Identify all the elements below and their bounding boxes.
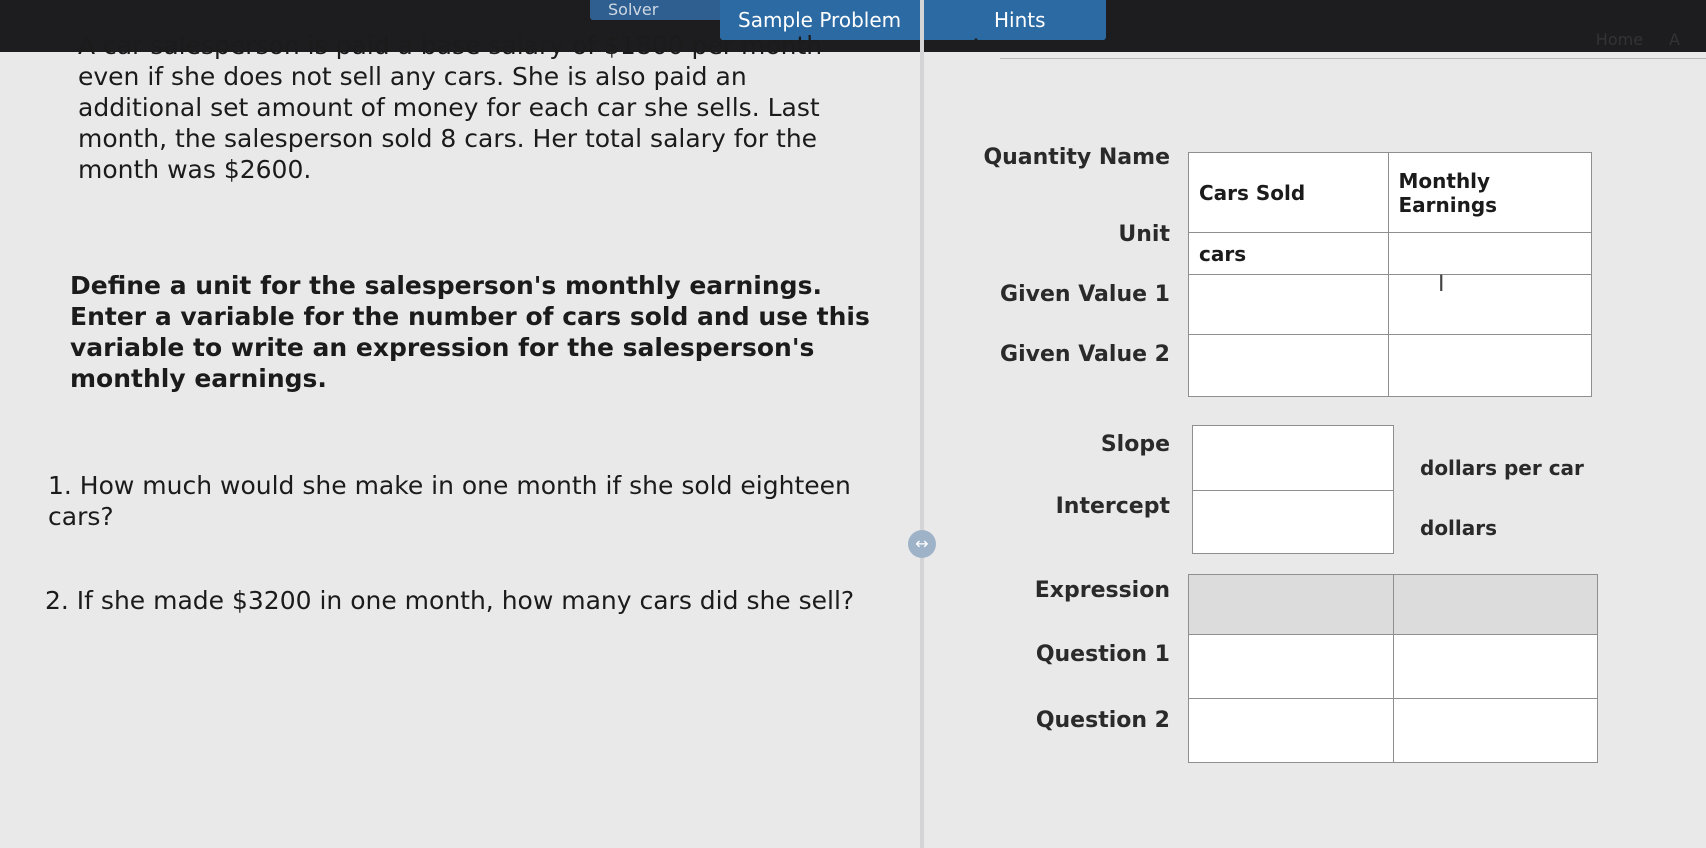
label-question-2: Question 2 [1035, 708, 1170, 733]
text-cursor-icon: I [1438, 272, 1445, 297]
unit-input-earnings[interactable] [1387, 232, 1592, 275]
header-monthly-earnings[interactable]: Monthly Earnings [1387, 152, 1592, 233]
tab-solver[interactable]: Solver [590, 0, 736, 20]
problem-instructions: Define a unit for the salesperson's mont… [70, 271, 870, 393]
question1-earnings-input[interactable] [1392, 634, 1598, 699]
unit-input-cars[interactable]: cars [1188, 232, 1389, 275]
intercept-input[interactable] [1192, 490, 1394, 554]
slope-input[interactable] [1192, 425, 1394, 491]
nav-home-link[interactable]: Home [1596, 30, 1643, 49]
pane-divider[interactable] [920, 0, 924, 848]
problem-statement: A car salesperson is paid a base salary … [78, 31, 823, 184]
given2-cars-input[interactable] [1188, 334, 1389, 397]
header-divider [1000, 58, 1706, 59]
label-quantity-name: Quantity Name [983, 145, 1170, 170]
question-2: 2. If she made $3200 in one month, how m… [45, 586, 855, 615]
question1-cars-input[interactable] [1188, 634, 1394, 699]
label-given-value-1: Given Value 1 [1000, 282, 1170, 307]
slope-unit-label: dollars per car [1420, 456, 1584, 480]
expression-input-cars[interactable] [1188, 574, 1394, 635]
label-question-1: Question 1 [1035, 642, 1170, 667]
given2-earnings-input[interactable] [1387, 334, 1592, 397]
label-unit: Unit [1118, 222, 1170, 247]
question-1: 1. How much would she make in one month … [48, 471, 851, 531]
given1-cars-input[interactable] [1188, 274, 1389, 335]
resize-handle-icon[interactable]: ↔ [908, 530, 936, 558]
label-expression: Expression [1034, 578, 1170, 603]
top-nav: Home A [1596, 30, 1706, 49]
expression-table [1188, 574, 1598, 763]
question2-cars-input[interactable] [1188, 698, 1394, 763]
label-slope: Slope [1100, 432, 1170, 457]
question2-earnings-input[interactable] [1392, 698, 1598, 763]
expression-input-earnings[interactable] [1392, 574, 1598, 635]
label-given-value-2: Given Value 2 [1000, 342, 1170, 367]
quantity-table: Cars Sold Monthly Earnings cars [1188, 152, 1592, 397]
label-intercept: Intercept [1055, 494, 1170, 519]
nav-link-partial[interactable]: A [1669, 30, 1680, 49]
intercept-unit-label: dollars [1420, 516, 1498, 540]
given1-earnings-input[interactable] [1387, 274, 1592, 335]
header-cars-sold[interactable]: Cars Sold [1188, 152, 1389, 233]
tab-hints[interactable]: Hints [976, 0, 1106, 40]
